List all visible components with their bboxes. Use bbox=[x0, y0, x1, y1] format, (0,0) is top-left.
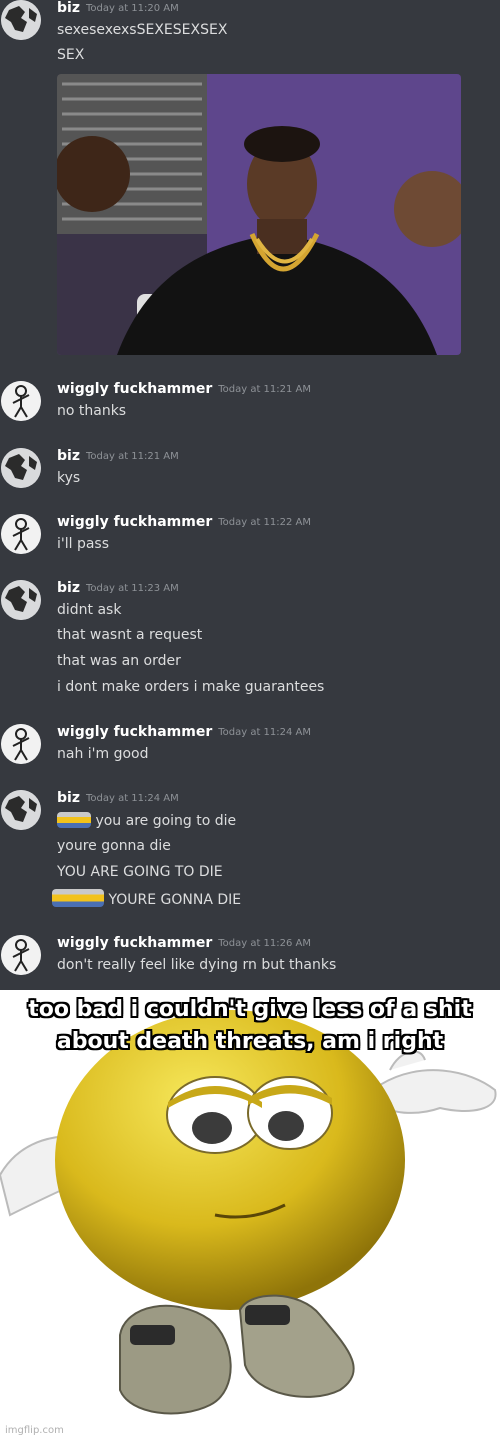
avatar-wiggly[interactable] bbox=[1, 935, 41, 975]
timestamp: Today at 11:21 AM bbox=[218, 384, 312, 395]
author-label[interactable]: wiggly fuckhammer bbox=[57, 724, 212, 740]
globe-avatar-icon bbox=[1, 790, 41, 830]
author-name[interactable]: biz Today at 11:20 AM bbox=[57, 0, 179, 16]
avatar-wiggly[interactable] bbox=[1, 724, 41, 764]
timestamp: Today at 11:23 AM bbox=[85, 583, 179, 594]
avatar-wiggly[interactable] bbox=[1, 514, 41, 554]
message-line: nah i'm good bbox=[57, 746, 149, 762]
timestamp: Today at 11:24 AM bbox=[85, 793, 179, 804]
author-name[interactable]: wiggly fuckhammer Today at 11:24 AM bbox=[57, 724, 311, 740]
minion-emoji-icon bbox=[52, 889, 104, 907]
author-label[interactable]: biz bbox=[57, 790, 80, 806]
timestamp: Today at 11:26 AM bbox=[218, 938, 312, 949]
message-line: kys bbox=[57, 470, 81, 486]
author-name[interactable]: wiggly fuckhammer Today at 11:26 AM bbox=[57, 935, 311, 951]
author-label[interactable]: biz bbox=[57, 580, 80, 596]
timestamp: Today at 11:24 AM bbox=[218, 727, 312, 738]
message-line: i'll pass bbox=[57, 536, 110, 552]
author-label[interactable]: wiggly fuckhammer bbox=[57, 381, 212, 397]
globe-avatar-icon bbox=[1, 0, 41, 40]
chat-log: biz Today at 11:20 AM sexesexexsSEXESEXSE… bbox=[0, 0, 500, 990]
avatar-biz[interactable] bbox=[1, 0, 41, 40]
author-name[interactable]: biz Today at 11:23 AM bbox=[57, 580, 179, 596]
message-line: no thanks bbox=[57, 403, 127, 419]
stick-figure-avatar-icon bbox=[1, 935, 41, 975]
stick-figure-avatar-icon bbox=[1, 381, 41, 421]
stick-figure-avatar-icon bbox=[1, 724, 41, 764]
avatar-biz[interactable] bbox=[1, 790, 41, 830]
globe-avatar-icon bbox=[1, 448, 41, 488]
meme-caption: too bad i couldn't give less of a shit a… bbox=[28, 997, 472, 1054]
timestamp: Today at 11:22 AM bbox=[218, 517, 312, 528]
message-line: YOU ARE GOING TO DIE bbox=[57, 864, 223, 880]
man-gesturing-image bbox=[57, 74, 461, 355]
avatar-wiggly[interactable] bbox=[1, 381, 41, 421]
message-line: that was an order bbox=[57, 653, 181, 669]
message-line: SEX bbox=[57, 47, 85, 63]
author-name[interactable]: wiggly fuckhammer Today at 11:21 AM bbox=[57, 381, 311, 397]
message-line: YOURE GONNA DIE bbox=[52, 889, 241, 908]
message-line: you are going to die bbox=[57, 812, 236, 829]
watermark-text: imgflip.com bbox=[5, 1425, 64, 1436]
avatar-biz[interactable] bbox=[1, 580, 41, 620]
message-text: YOURE GONNA DIE bbox=[108, 892, 242, 908]
author-label[interactable]: wiggly fuckhammer bbox=[57, 935, 212, 951]
message-text: you are going to die bbox=[95, 813, 237, 829]
message-line: i dont make orders i make guarantees bbox=[57, 679, 325, 695]
author-label[interactable]: biz bbox=[57, 448, 80, 464]
author-label[interactable]: biz bbox=[57, 0, 80, 16]
message-line: that wasnt a request bbox=[57, 627, 203, 643]
timestamp: Today at 11:21 AM bbox=[85, 451, 179, 462]
author-name[interactable]: wiggly fuckhammer Today at 11:22 AM bbox=[57, 514, 311, 530]
avatar-biz[interactable] bbox=[1, 448, 41, 488]
meme-panel: too bad i couldn't give less of a shit a… bbox=[0, 990, 500, 1443]
minion-emoji-icon bbox=[57, 812, 91, 828]
message-line: don't really feel like dying rn but than… bbox=[57, 957, 337, 973]
author-name[interactable]: biz Today at 11:24 AM bbox=[57, 790, 179, 806]
message-line: sexesexexsSEXESEXSEX bbox=[57, 22, 228, 38]
stick-figure-avatar-icon bbox=[1, 514, 41, 554]
timestamp: Today at 11:20 AM bbox=[85, 3, 179, 14]
video-embed[interactable] bbox=[57, 74, 461, 355]
author-label[interactable]: wiggly fuckhammer bbox=[57, 514, 212, 530]
message-line: youre gonna die bbox=[57, 838, 171, 854]
globe-avatar-icon bbox=[1, 580, 41, 620]
author-name[interactable]: biz Today at 11:21 AM bbox=[57, 448, 179, 464]
message-line: didnt ask bbox=[57, 602, 122, 618]
